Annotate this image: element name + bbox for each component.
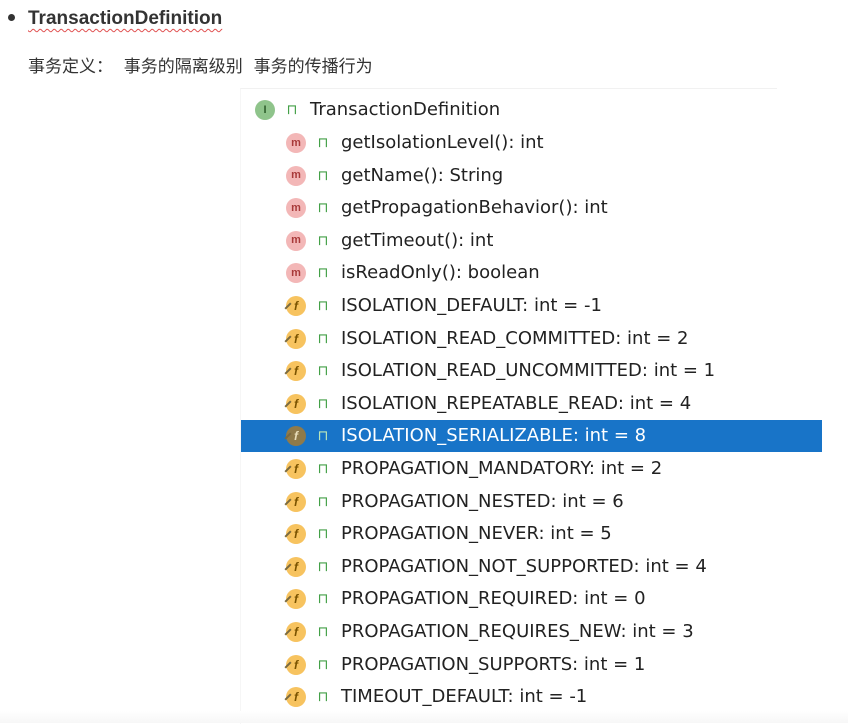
tree-item-label: getName(): String: [341, 164, 504, 186]
tree-item-label: ISOLATION_READ_UNCOMMITTED: int = 1: [341, 360, 716, 382]
tree-item-label: ISOLATION_DEFAULT: int = -1: [341, 295, 602, 316]
method-icon: m: [286, 133, 306, 153]
tree-item[interactable]: f ⊓ PROPAGATION_NESTED: int = 6: [241, 486, 822, 518]
public-access-icon: ⊓: [286, 102, 298, 118]
public-access-icon: ⊓: [317, 298, 329, 314]
public-access-icon: ⊓: [317, 558, 329, 575]
public-access-icon: ⊓: [317, 591, 329, 608]
tree-item-label: getPropagationBehavior(): int: [341, 197, 608, 219]
static-field-icon: f: [286, 524, 306, 545]
tree-item-label: ISOLATION_READ_COMMITTED: int = 2: [341, 327, 689, 349]
public-access-icon: ⊓: [317, 363, 329, 380]
tree-item-label: PROPAGATION_NESTED: int = 6: [341, 490, 624, 512]
tree-item[interactable]: f ⊓ PROPAGATION_SUPPORTS: int = 1: [241, 649, 822, 681]
tree-item[interactable]: f ⊓ PROPAGATION_MANDATORY: int = 2: [241, 453, 822, 485]
static-field-icon: f: [286, 589, 306, 610]
static-field-icon: f: [286, 491, 306, 512]
public-access-icon: ⊓: [317, 395, 329, 412]
public-access-icon: ⊓: [317, 656, 329, 673]
tree-item[interactable]: m ⊓ getPropagationBehavior(): int: [241, 192, 822, 224]
static-field-icon: f: [286, 296, 306, 316]
tree-item[interactable]: f ⊓ PROPAGATION_REQUIRES_NEW: int = 3: [241, 616, 822, 648]
static-field-icon: f: [286, 328, 306, 349]
tree-root-label: TransactionDefinition: [310, 99, 501, 120]
method-icon: m: [286, 230, 306, 251]
public-access-icon: ⊓: [317, 330, 329, 347]
tree-item-label: getTimeout(): int: [341, 229, 494, 251]
method-icon: m: [286, 263, 306, 284]
static-field-icon: f: [286, 393, 306, 414]
bullet-point: [8, 14, 15, 21]
tree-item-label: PROPAGATION_REQUIRED: int = 0: [341, 588, 646, 610]
bottom-edge: [0, 711, 848, 723]
tree-item-label: PROPAGATION_MANDATORY: int = 2: [341, 458, 663, 479]
method-icon: m: [286, 198, 306, 219]
tree-item[interactable]: m ⊓ getIsolationLevel(): int: [241, 127, 822, 159]
public-access-icon: ⊓: [317, 232, 329, 249]
tree-item[interactable]: f ⊓ PROPAGATION_NOT_SUPPORTED: int = 4: [241, 551, 822, 583]
public-access-icon: ⊓: [317, 493, 329, 510]
tree-item-label: PROPAGATION_SUPPORTS: int = 1: [341, 653, 646, 675]
tree-item-label: PROPAGATION_NOT_SUPPORTED: int = 4: [341, 555, 707, 577]
static-field-icon: f: [286, 361, 306, 382]
static-field-icon: f: [286, 556, 306, 577]
tree-item[interactable]: f ⊓ TIMEOUT_DEFAULT: int = -1: [241, 681, 822, 713]
tree-item-label: ISOLATION_SERIALIZABLE: int = 8: [341, 425, 647, 447]
tree-item[interactable]: m ⊓ getTimeout(): int: [241, 225, 822, 257]
tree-item[interactable]: f ⊓ ISOLATION_READ_COMMITTED: int = 2: [241, 323, 822, 355]
structure-tree-panel[interactable]: I ⊓ TransactionDefinition m ⊓ getIsolation…: [240, 88, 822, 724]
tree-item[interactable]: f ⊓ ISOLATION_READ_UNCOMMITTED: int = 1: [241, 355, 822, 387]
public-access-icon: ⊓: [317, 135, 329, 151]
public-access-icon: ⊓: [317, 461, 329, 477]
static-field-icon: f: [286, 426, 306, 447]
interface-icon: I: [255, 100, 275, 120]
static-field-icon: f: [286, 654, 306, 675]
tree-item[interactable]: f ⊓ ISOLATION_SERIALIZABLE: int = 8: [241, 420, 822, 453]
tree-item[interactable]: f ⊓ ISOLATION_REPEATABLE_READ: int = 4: [241, 388, 822, 420]
tree-item-label: isReadOnly(): boolean: [341, 262, 540, 284]
document-description: 事务定义： 事务的隔离级别 事务的传播行为: [28, 57, 373, 77]
public-access-icon: ⊓: [317, 624, 329, 640]
tree-root-transaction-definition[interactable]: I ⊓ TransactionDefinition: [241, 94, 791, 126]
tree-item-label: TIMEOUT_DEFAULT: int = -1: [341, 686, 588, 708]
tree-item[interactable]: m ⊓ getName(): String: [241, 160, 822, 192]
static-field-icon: f: [286, 687, 306, 708]
tree-item[interactable]: m ⊓ isReadOnly(): boolean: [241, 257, 822, 289]
tree-item-label: PROPAGATION_NEVER: int = 5: [341, 523, 612, 545]
public-access-icon: ⊓: [317, 265, 329, 282]
tree-item[interactable]: f ⊓ PROPAGATION_REQUIRED: int = 0: [241, 583, 822, 615]
public-access-icon: ⊓: [317, 526, 329, 543]
tree-item-label: ISOLATION_REPEATABLE_READ: int = 4: [341, 392, 692, 414]
document-title: TransactionDefinition: [28, 8, 223, 29]
public-access-icon: ⊓: [317, 428, 329, 445]
public-access-icon: ⊓: [317, 200, 329, 217]
tree-item-label: getIsolationLevel(): int: [341, 132, 544, 153]
tree-item-label: PROPAGATION_REQUIRES_NEW: int = 3: [341, 621, 694, 642]
static-field-icon: f: [286, 459, 306, 479]
public-access-icon: ⊓: [317, 689, 329, 706]
method-icon: m: [286, 165, 306, 186]
static-field-icon: f: [286, 622, 306, 642]
tree-item[interactable]: f ⊓ PROPAGATION_NEVER: int = 5: [241, 518, 822, 550]
public-access-icon: ⊓: [317, 167, 329, 184]
tree-item[interactable]: f ⊓ ISOLATION_DEFAULT: int = -1: [241, 290, 822, 322]
